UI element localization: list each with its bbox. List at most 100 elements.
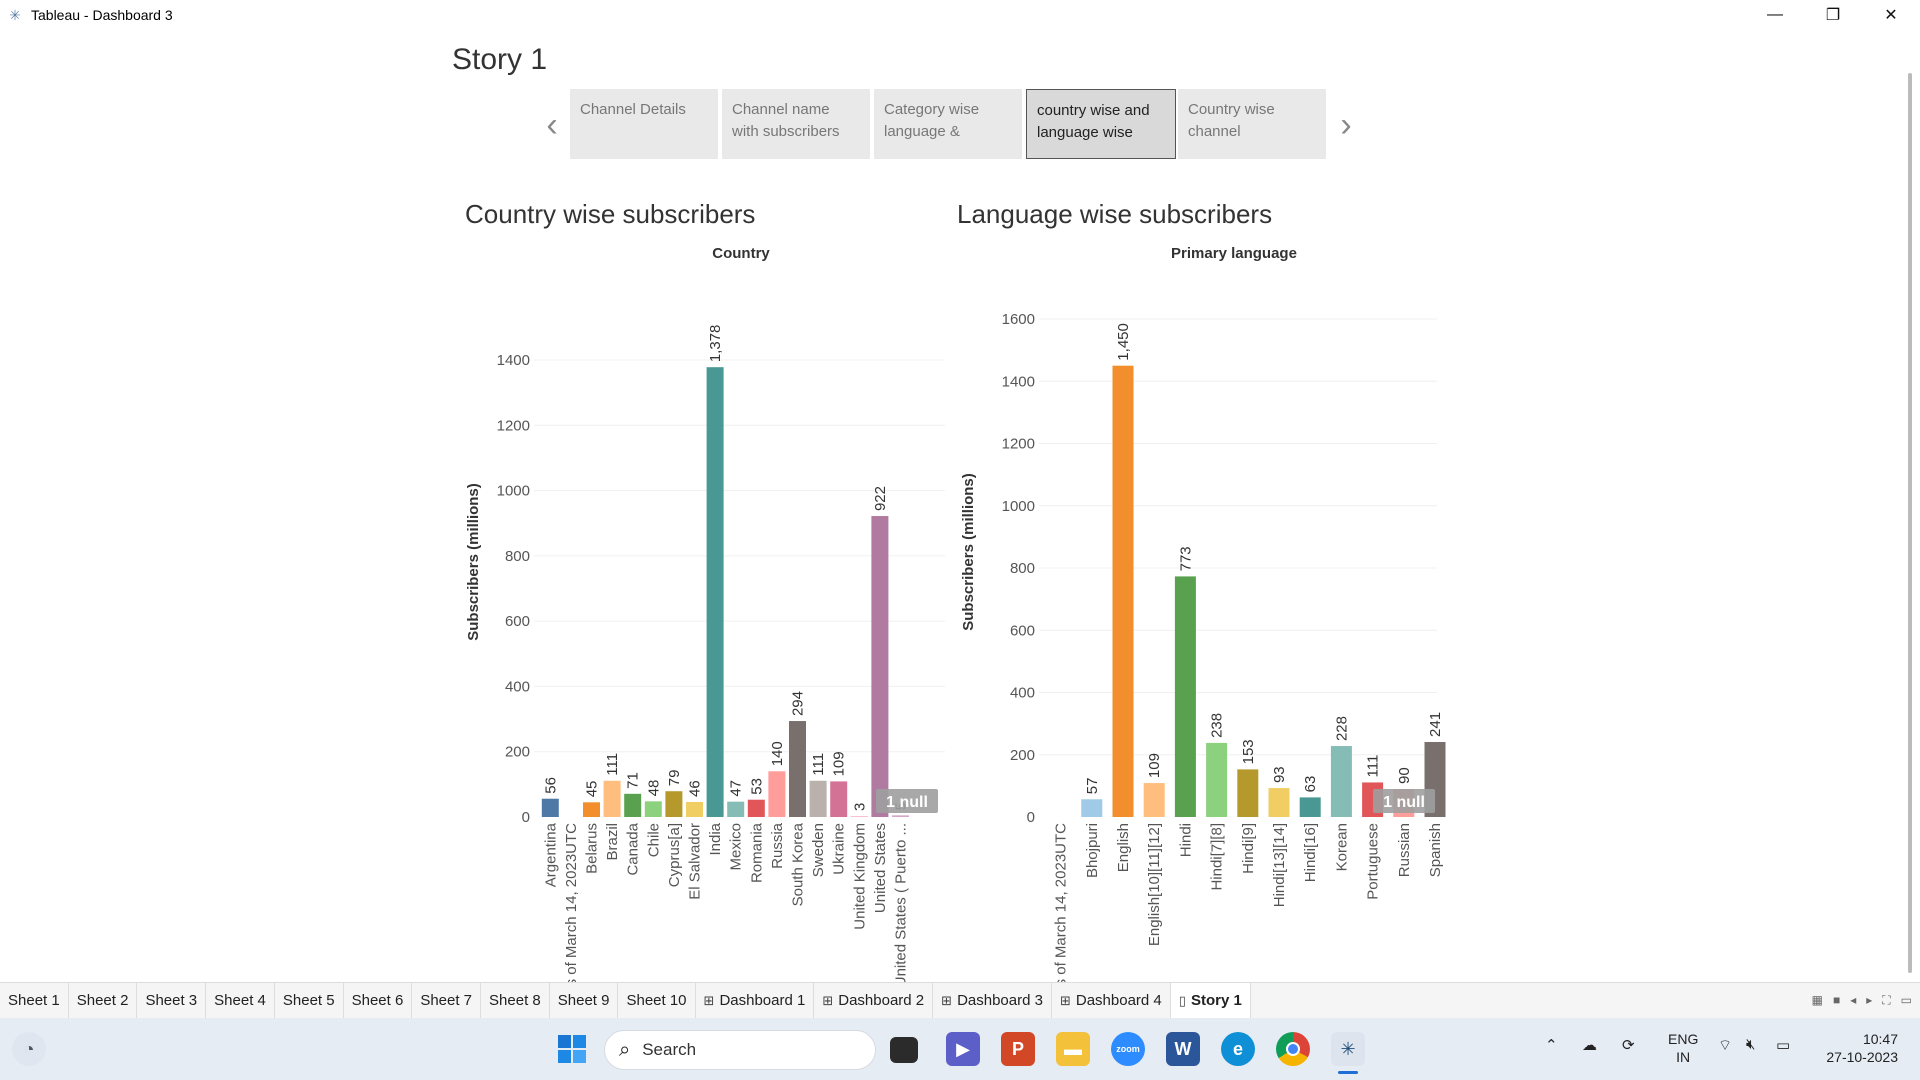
bar[interactable] (1268, 788, 1290, 817)
bar[interactable] (603, 780, 621, 817)
bar[interactable] (624, 793, 642, 817)
bar-value-label: 111 (604, 753, 621, 776)
category-label: Romania (748, 822, 765, 883)
volume-muted-icon[interactable]: 🔇︎ (1746, 1036, 1755, 1053)
bar[interactable] (644, 801, 662, 817)
bar[interactable] (1143, 783, 1165, 817)
close-button[interactable]: ✕ (1862, 0, 1920, 29)
sheet-tab-dashboard-4[interactable]: ⊞ Dashboard 4 (1052, 982, 1171, 1019)
file-explorer-icon[interactable]: ▬ (1056, 1032, 1090, 1066)
tableau-logo-icon: ✳ (9, 6, 21, 23)
onedrive-icon[interactable]: ☁ (1582, 1036, 1597, 1054)
bar[interactable] (809, 780, 827, 817)
input-language[interactable]: ENG IN (1668, 1030, 1698, 1066)
window-menu-icon[interactable]: ▭ (1901, 993, 1912, 1008)
scroll-tabs-right-icon[interactable]: ▸ (1866, 993, 1872, 1008)
bar[interactable] (789, 721, 806, 817)
tableau-taskbar-icon[interactable]: ✳ (1331, 1032, 1365, 1066)
y-axis-label: Subscribers (millions) (465, 483, 482, 641)
category-label: As of March 14, 2023UTC (1053, 823, 1070, 997)
minimize-button[interactable]: — (1746, 0, 1804, 29)
sheet-tab-story-1[interactable]: ▯ Story 1 (1170, 982, 1251, 1019)
sheet-tab-sheet-9[interactable]: Sheet 9 (550, 982, 619, 1019)
bar[interactable] (830, 781, 848, 817)
y-tick-label: 800 (505, 548, 530, 565)
active-app-indicator (1338, 1071, 1358, 1074)
bar[interactable] (686, 801, 703, 817)
bar-value-label: 773 (1177, 546, 1194, 571)
next-story-point-button[interactable]: › (1334, 105, 1358, 145)
bar[interactable] (768, 771, 786, 817)
category-label: Cyprus[a] (666, 823, 683, 887)
bar[interactable] (1174, 576, 1196, 817)
sheet-tab-dashboard-3[interactable]: ⊞ Dashboard 3 (933, 982, 1052, 1019)
bar[interactable] (1081, 799, 1103, 817)
y-tick-label: 200 (1010, 747, 1035, 764)
bar[interactable] (706, 367, 724, 817)
previous-story-point-button[interactable]: ‹ (540, 105, 564, 145)
bar[interactable] (541, 798, 559, 817)
bar[interactable] (727, 801, 745, 817)
sheet-tab-sheet-8[interactable]: Sheet 8 (481, 982, 550, 1019)
show-filmstrip-icon[interactable]: ■ (1833, 993, 1840, 1008)
y-axis-label: Subscribers (millions) (960, 473, 977, 631)
scroll-tabs-left-icon[interactable]: ◂ (1850, 993, 1856, 1008)
system-clock[interactable]: 10:47 27-10-2023 (1818, 1030, 1898, 1066)
chrome-icon[interactable] (1276, 1032, 1310, 1066)
story-point-country-channel[interactable]: Country wise channel (1178, 89, 1328, 159)
bar-value-label: 922 (872, 486, 889, 511)
country-chart-title: Country wise subscribers (465, 199, 756, 229)
story-point-channel-details[interactable]: Channel Details (570, 89, 720, 159)
sheet-tab-sheet-5[interactable]: Sheet 5 (275, 982, 344, 1019)
bar[interactable] (1206, 742, 1228, 817)
sheet-tab-label: Dashboard 4 (1075, 992, 1162, 1009)
maximize-button[interactable]: ❐ (1804, 0, 1862, 29)
y-tick-label: 0 (522, 809, 530, 826)
task-view-icon[interactable] (890, 1037, 918, 1063)
bar[interactable] (583, 802, 600, 817)
sheet-tab-sheet-1[interactable]: Sheet 1 (0, 982, 69, 1019)
zoom-icon[interactable]: zoom (1111, 1032, 1145, 1066)
sheet-tab-sheet-6[interactable]: Sheet 6 (344, 982, 413, 1019)
presentation-mode-icon[interactable]: ⛶ (1882, 993, 1890, 1008)
weather-icon[interactable]: ◔ (12, 1032, 46, 1066)
vertical-scrollbar[interactable] (1908, 73, 1912, 973)
dashboard-icon: ⊞ (822, 992, 834, 1008)
language-bar-chart[interactable]: Primary language 0 200 400 600 800 1000 1200 140… (955, 239, 1450, 1009)
bar[interactable] (747, 799, 765, 817)
sheet-tab-sheet-3[interactable]: Sheet 3 (137, 982, 207, 1019)
country-bar-chart[interactable]: Country 0 200 400 600 800 1000 1200 1400 Subscrib… (460, 239, 960, 1009)
sheet-tab-sheet-2[interactable]: Sheet 2 (69, 982, 138, 1019)
bar[interactable] (892, 815, 909, 817)
category-label: South Korea (790, 822, 807, 906)
show-hidden-icons-icon[interactable]: ⌃ (1545, 1036, 1558, 1054)
bar[interactable] (1112, 365, 1134, 817)
sheet-tab-sheet-4[interactable]: Sheet 4 (206, 982, 275, 1019)
sheet-tab-dashboard-2[interactable]: ⊞ Dashboard 2 (814, 982, 934, 1019)
sheet-tab-label: Sheet 9 (557, 992, 610, 1009)
bar[interactable] (1299, 797, 1321, 817)
sheet-tab-sheet-10[interactable]: Sheet 10 (618, 982, 696, 1019)
teams-icon[interactable]: ▶ (946, 1032, 980, 1066)
bar[interactable] (1330, 746, 1352, 817)
story-point-category-wise[interactable]: Category wise language & (874, 89, 1024, 159)
bar-value-label: 153 (1240, 739, 1257, 764)
sheet-tab-dashboard-1[interactable]: ⊞ Dashboard 1 (696, 982, 815, 1019)
wifi-icon[interactable]: ⌔ (1718, 1036, 1732, 1055)
bar[interactable] (1237, 769, 1259, 817)
story-point-channel-name[interactable]: Channel name with subscribers (722, 89, 872, 159)
bar[interactable] (665, 791, 683, 817)
taskbar-search-box[interactable]: ⌕ Search (604, 1030, 876, 1070)
bar[interactable] (871, 516, 889, 817)
sync-icon[interactable]: ⟳ (1622, 1036, 1635, 1054)
edge-icon[interactable]: e (1221, 1032, 1255, 1066)
show-sheet-sorter-icon[interactable]: ▦ (1812, 993, 1823, 1008)
word-icon[interactable]: W (1166, 1032, 1200, 1066)
bar[interactable] (850, 816, 868, 818)
battery-icon[interactable]: ▭ (1776, 1036, 1790, 1054)
sheet-tab-sheet-7[interactable]: Sheet 7 (412, 982, 482, 1019)
sheet-tab-label: Dashboard 2 (838, 992, 925, 1009)
windows-start-icon[interactable] (555, 1032, 589, 1066)
powerpoint-icon[interactable]: P (1001, 1032, 1035, 1066)
story-point-country-language[interactable]: country wise and language wise (1026, 89, 1176, 159)
